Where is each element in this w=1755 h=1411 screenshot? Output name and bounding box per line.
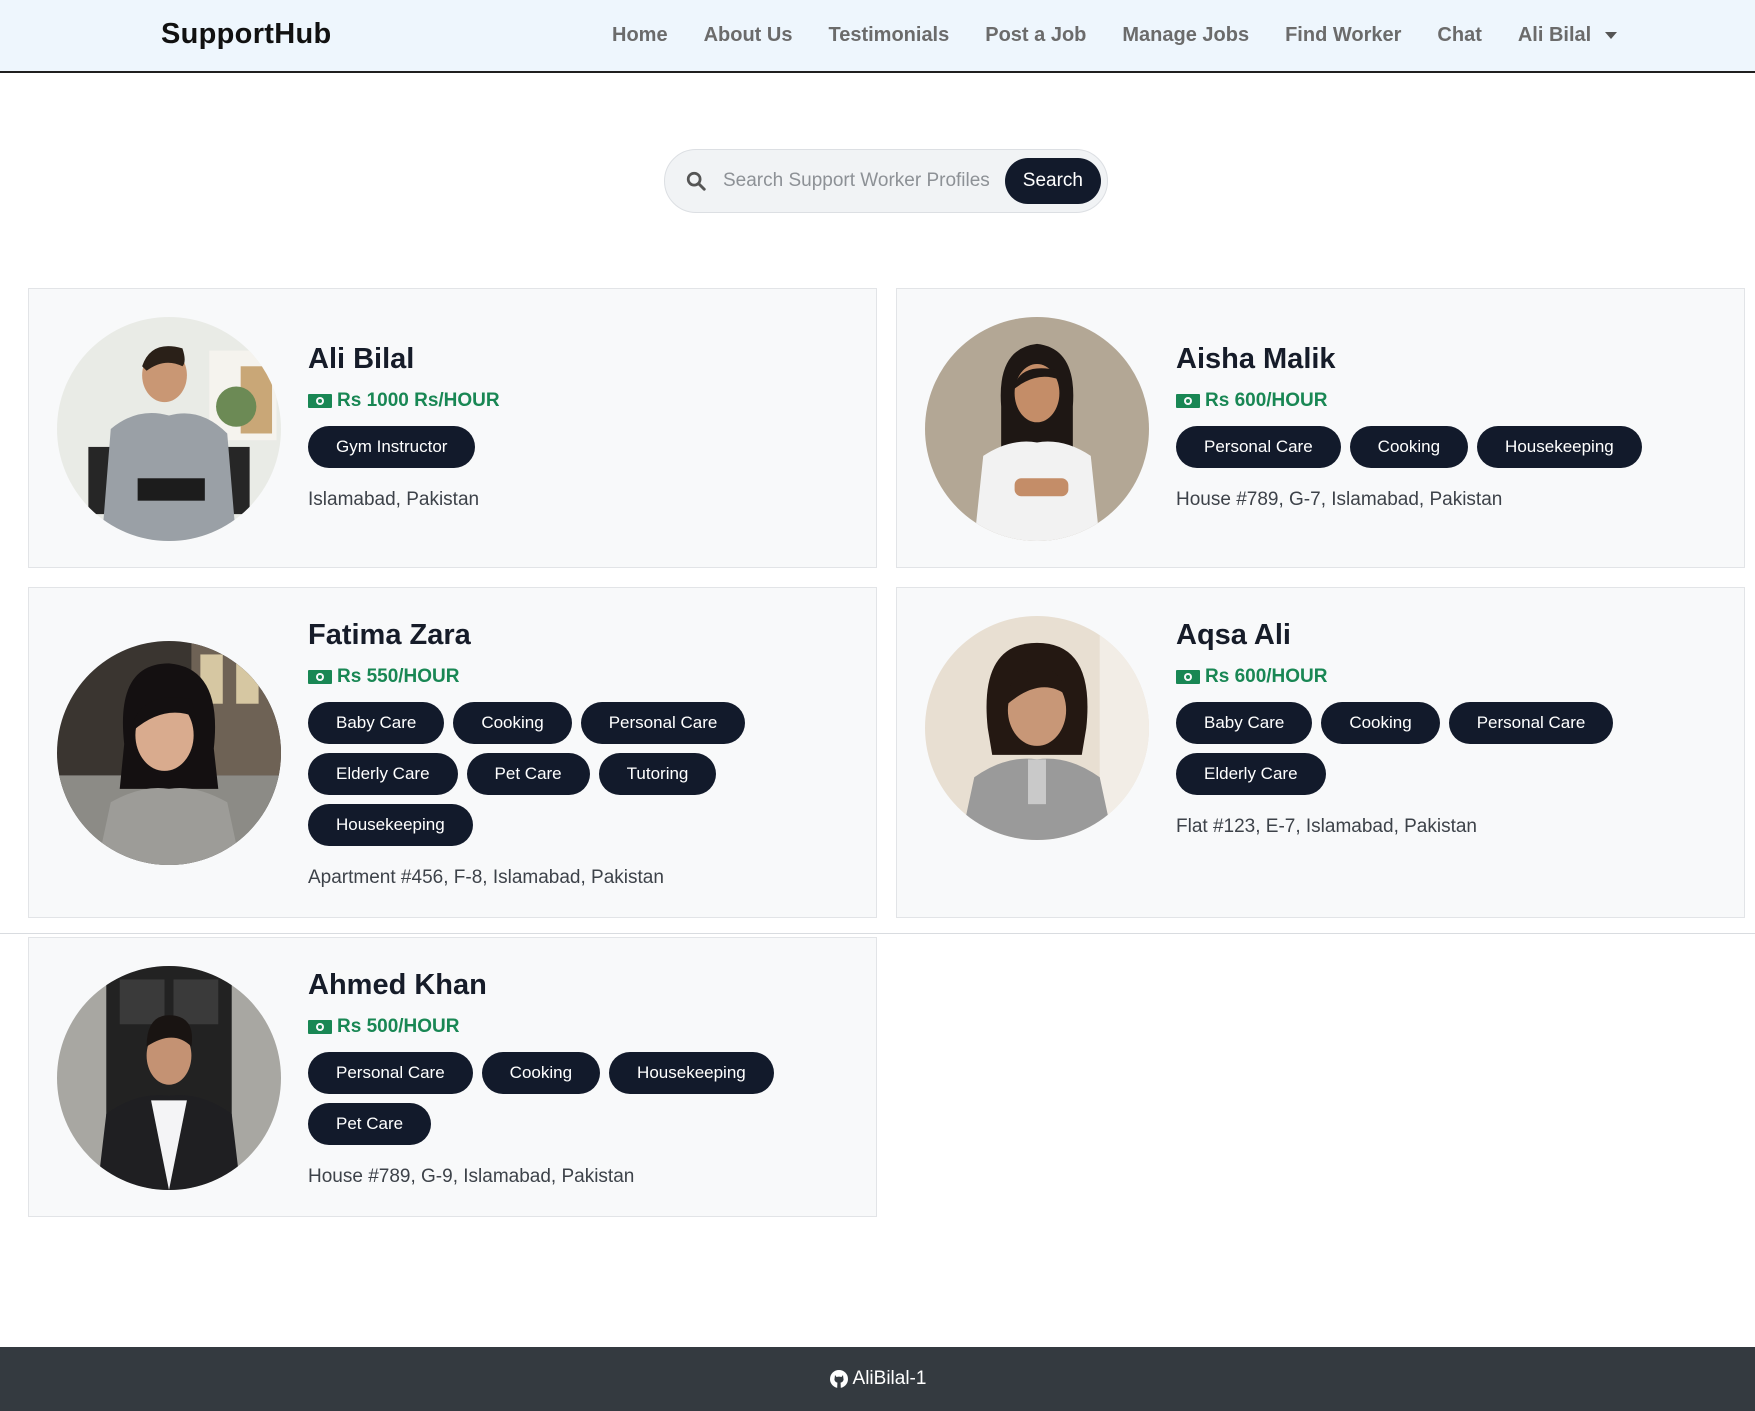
skill-tag: Housekeeping: [609, 1052, 774, 1094]
worker-info: Fatima Zara Rs 550/HOUR Baby Care Cookin…: [308, 621, 828, 889]
footer: AliBilal-1: [0, 1347, 1755, 1411]
worker-name: Aqsa Ali: [1176, 619, 1291, 651]
avatar: [925, 616, 1149, 840]
search-button[interactable]: Search: [1004, 158, 1101, 204]
skill-tag: Pet Care: [308, 1103, 432, 1145]
worker-card[interactable]: Fatima Zara Rs 550/HOUR Baby Care Cookin…: [28, 587, 877, 918]
skill-tags: Personal Care Cooking Housekeeping Pet C…: [308, 1052, 828, 1154]
worker-address: House #789, G-9, Islamabad, Pakistan: [308, 1166, 635, 1187]
worker-info: Aqsa Ali Rs 600/HOUR Baby Care Cooking P…: [1176, 621, 1696, 838]
skill-tag: Elderly Care: [1176, 753, 1326, 795]
nav-post-a-job[interactable]: Post a Job: [967, 24, 1104, 47]
worker-rate: Rs 1000 Rs/HOUR: [308, 390, 828, 412]
worker-rate: Rs 550/HOUR: [308, 666, 828, 688]
worker-rate: Rs 600/HOUR: [1176, 390, 1696, 412]
skill-tag: Housekeeping: [308, 804, 473, 846]
skill-tag: Elderly Care: [308, 753, 458, 795]
worker-address: Apartment #456, F-8, Islamabad, Pakistan: [308, 867, 664, 888]
search-icon: [686, 171, 706, 191]
skill-tags: Personal Care Cooking Housekeeping: [1176, 426, 1696, 477]
worker-card[interactable]: Aisha Malik Rs 600/HOUR Personal Care Co…: [896, 288, 1745, 568]
worker-rate-text: Rs 600/HOUR: [1205, 666, 1328, 687]
search-bar: Search: [664, 149, 1108, 213]
worker-rate-text: Rs 600/HOUR: [1205, 390, 1328, 411]
navbar: SupportHub Home About Us Testimonials Po…: [0, 0, 1755, 73]
skill-tag: Cooking: [453, 702, 572, 744]
worker-info: Ali Bilal Rs 1000 Rs/HOUR Gym Instructor…: [308, 345, 828, 511]
avatar: [57, 966, 281, 1190]
row-divider: [0, 933, 1755, 934]
worker-name: Fatima Zara: [308, 619, 471, 651]
nav-about-us[interactable]: About Us: [686, 24, 811, 47]
skill-tags: Baby Care Cooking Personal Care Elderly …: [1176, 702, 1696, 804]
skill-tag: Pet Care: [466, 753, 590, 795]
skill-tag: Baby Care: [1176, 702, 1313, 744]
skill-tag: Tutoring: [598, 753, 717, 795]
skill-tag: Cooking: [1321, 702, 1440, 744]
user-dropdown[interactable]: Ali Bilal: [1500, 24, 1635, 47]
money-bill-icon: [308, 670, 332, 684]
nav-find-worker[interactable]: Find Worker: [1267, 24, 1419, 47]
worker-card[interactable]: Ali Bilal Rs 1000 Rs/HOUR Gym Instructor…: [28, 288, 877, 568]
worker-name: Ahmed Khan: [308, 969, 487, 1001]
github-icon: [829, 1370, 848, 1388]
money-bill-icon: [308, 394, 332, 408]
nav-testimonials[interactable]: Testimonials: [810, 24, 967, 47]
worker-card[interactable]: Ahmed Khan Rs 500/HOUR Personal Care Coo…: [28, 937, 877, 1217]
avatar: [925, 317, 1149, 541]
worker-info: Ahmed Khan Rs 500/HOUR Personal Care Coo…: [308, 971, 828, 1188]
avatar: [57, 317, 281, 541]
user-name: Ali Bilal: [1517, 24, 1592, 46]
money-bill-icon: [308, 1020, 332, 1034]
worker-address: House #789, G-7, Islamabad, Pakistan: [1176, 489, 1503, 510]
worker-address: Flat #123, E-7, Islamabad, Pakistan: [1176, 816, 1477, 837]
skill-tag: Baby Care: [308, 702, 445, 744]
skill-tag: Cooking: [481, 1052, 601, 1094]
avatar: [57, 641, 281, 865]
search-input[interactable]: [722, 170, 1005, 192]
worker-rate: Rs 500/HOUR: [308, 1016, 828, 1038]
skill-tag: Personal Care: [1448, 702, 1614, 744]
nav-links: Home About Us Testimonials Post a Job Ma…: [594, 0, 1635, 71]
skill-tags: Gym Instructor: [308, 426, 828, 477]
worker-info: Aisha Malik Rs 600/HOUR Personal Care Co…: [1176, 345, 1696, 511]
skill-tags: Baby Care Cooking Personal Care Elderly …: [308, 702, 828, 855]
worker-rate: Rs 600/HOUR: [1176, 666, 1696, 688]
worker-address: Islamabad, Pakistan: [308, 489, 480, 510]
worker-card[interactable]: Aqsa Ali Rs 600/HOUR Baby Care Cooking P…: [896, 587, 1745, 918]
skill-tag: Cooking: [1349, 426, 1469, 468]
money-bill-icon: [1176, 394, 1200, 408]
nav-chat[interactable]: Chat: [1419, 24, 1499, 47]
caret-down-icon: [1605, 32, 1618, 39]
skill-tag: Personal Care: [580, 702, 746, 744]
skill-tag: Personal Care: [1176, 426, 1341, 468]
skill-tag: Personal Care: [308, 1052, 473, 1094]
worker-rate-text: Rs 1000 Rs/HOUR: [337, 390, 500, 411]
skill-tag: Housekeeping: [1477, 426, 1642, 468]
worker-rate-text: Rs 500/HOUR: [337, 1016, 460, 1037]
worker-name: Aisha Malik: [1176, 343, 1336, 375]
money-bill-icon: [1176, 670, 1200, 684]
nav-manage-jobs[interactable]: Manage Jobs: [1104, 24, 1267, 47]
nav-home[interactable]: Home: [594, 24, 686, 47]
skill-tag: Gym Instructor: [308, 426, 476, 468]
worker-name: Ali Bilal: [308, 343, 415, 375]
github-username[interactable]: AliBilal-1: [853, 1368, 927, 1390]
brand-logo[interactable]: SupportHub: [161, 18, 332, 51]
worker-rate-text: Rs 550/HOUR: [337, 666, 460, 687]
